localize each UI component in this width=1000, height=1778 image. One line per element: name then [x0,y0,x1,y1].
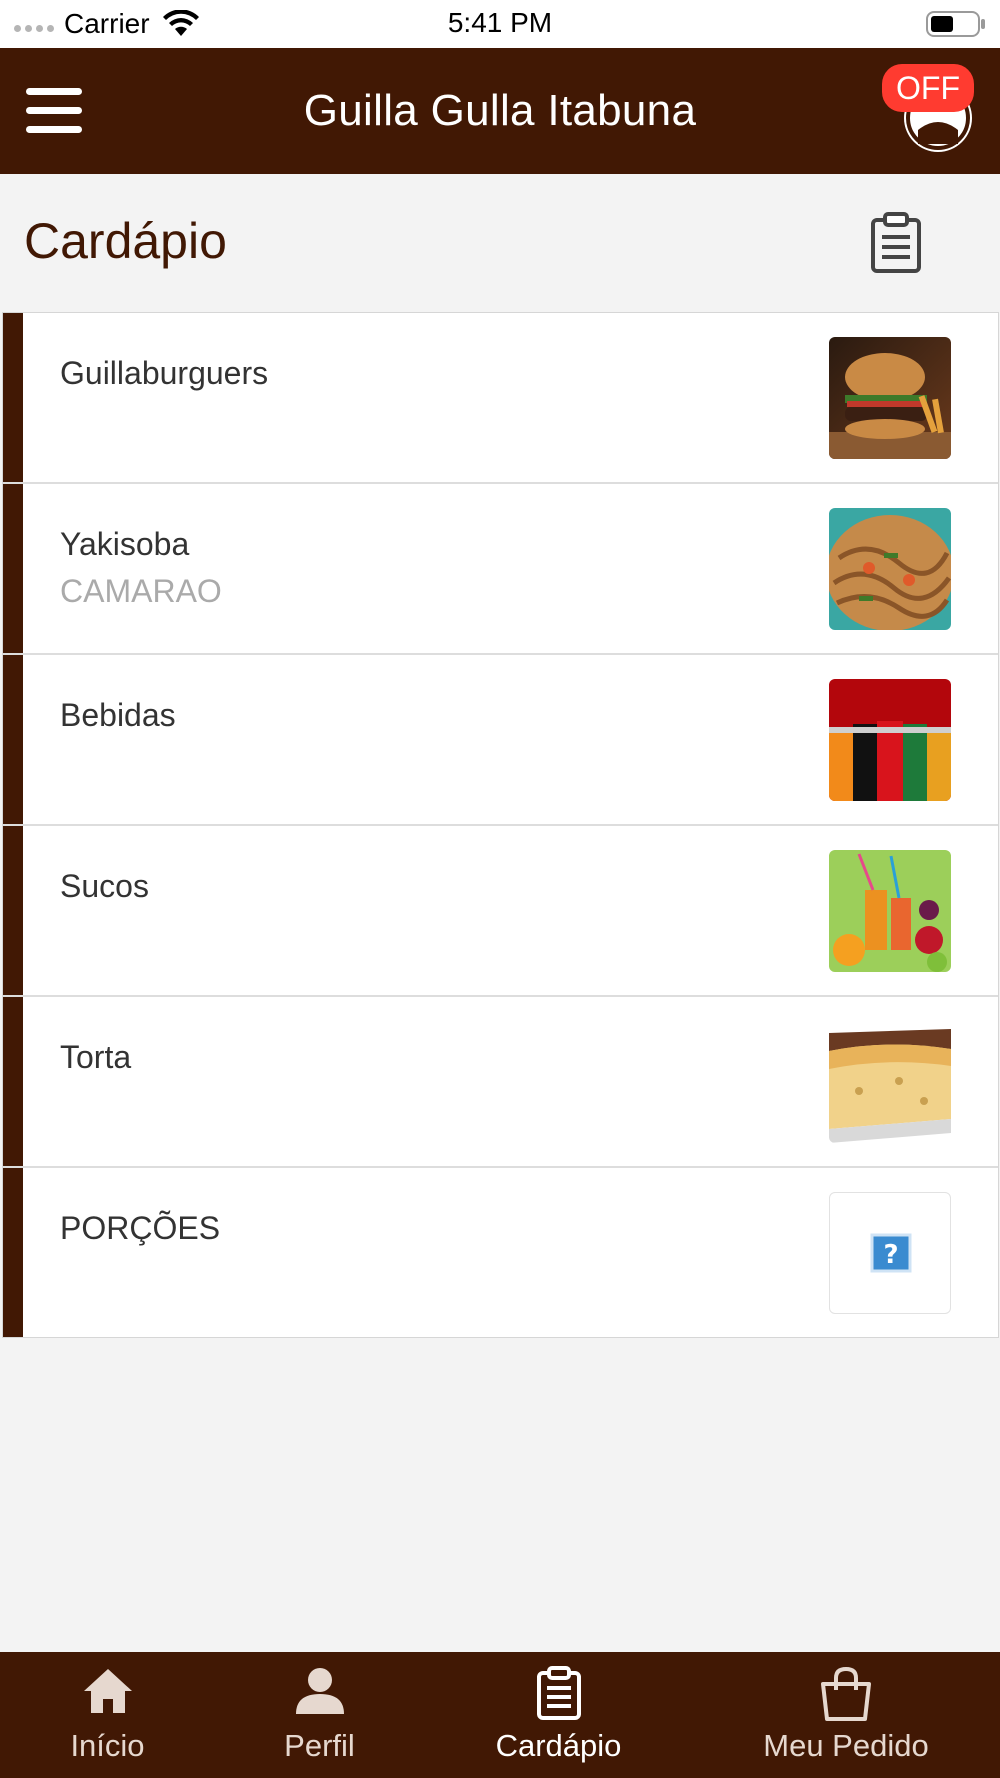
tab-label: Cardápio [495,1728,622,1763]
tab-perfil[interactable]: Perfil [252,1652,387,1778]
accent-bar [3,997,23,1166]
app-header: Guilla Gulla Itabuna OFF [0,48,1000,174]
category-name: Yakisoba [60,526,190,562]
order-summary-button[interactable] [870,212,922,274]
missing-image-icon: ? [829,1192,951,1314]
category-name: Torta [60,1039,132,1075]
burger-photo [829,337,951,459]
pie-slice-photo [829,1021,951,1143]
list-item[interactable]: PORÇÕES ? [3,1168,998,1337]
battery-icon [926,11,985,37]
category-list: Guillaburguers Yakisoba CAMARAO Bebidas … [2,312,999,1338]
clock: 5:41 PM [447,7,553,38]
tab-label: Perfil [284,1728,355,1763]
juices-photo [829,850,951,972]
page-title: Cardápio [24,213,227,269]
category-name: Guillaburguers [60,355,269,391]
tab-bar: Início Perfil Cardápio Meu Pedido [0,1652,1000,1778]
list-item[interactable]: Yakisoba CAMARAO [3,484,998,655]
off-badge: OFF [882,64,974,112]
app-title: Guilla Gulla Itabuna [303,86,697,135]
tab-meu-pedido[interactable]: Meu Pedido [752,1652,940,1778]
tab-inicio[interactable]: Início [40,1652,175,1778]
list-item[interactable]: Torta [3,997,998,1168]
accent-bar [3,655,23,824]
accent-bar [3,313,23,482]
category-name: PORÇÕES [60,1210,221,1246]
accent-bar [3,1168,23,1337]
list-item[interactable]: Sucos [3,826,998,997]
list-item[interactable]: Guillaburguers [3,313,998,484]
tab-cardapio[interactable]: Cardápio [480,1652,637,1778]
clipboard-icon [536,1666,581,1720]
soda-cans-photo [829,679,951,801]
user-icon [295,1668,344,1714]
tab-label: Início [70,1728,145,1763]
category-name: Bebidas [60,697,176,733]
home-icon [83,1669,132,1713]
accent-bar [3,826,23,995]
accent-bar [3,484,23,653]
category-name: Sucos [60,868,149,904]
online-status-toggle[interactable]: OFF [874,64,974,164]
category-subtitle: CAMARAO [60,573,222,609]
clipboard-icon [871,212,921,273]
tab-label: Meu Pedido [763,1728,929,1763]
list-item[interactable]: Bebidas [3,655,998,826]
noodles-photo [829,508,951,630]
svg-text:?: ? [883,1240,898,1270]
shopping-bag-icon [821,1666,871,1721]
status-bar: Carrier 5:41 PM [0,0,1000,48]
